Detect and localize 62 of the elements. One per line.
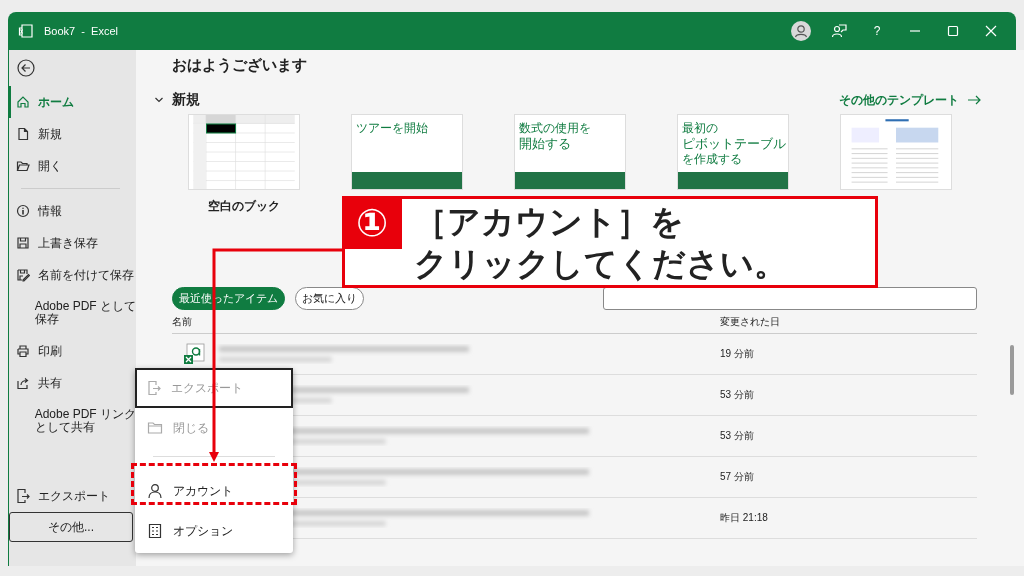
avatar-icon[interactable] [791, 21, 811, 41]
sidebar-item[interactable]: エクスポート [8, 480, 136, 512]
section-title: 新規 [172, 91, 200, 109]
blank-workbook-thumbnail[interactable] [187, 114, 300, 190]
person-icon [147, 483, 163, 499]
search-field[interactable] [603, 287, 977, 310]
export-icon [16, 488, 30, 504]
sidebar-item[interactable]: 名前を付けて保存 [8, 259, 136, 291]
scrollbar-thumb[interactable] [1010, 345, 1014, 395]
budget-template-thumbnail[interactable] [839, 114, 952, 190]
menu-item[interactable]: オプション [135, 511, 293, 551]
modified-time: 19 分前 [720, 347, 754, 361]
window-title: Book7 - Excel [44, 25, 118, 37]
maximize-icon[interactable] [947, 25, 959, 37]
save-as-icon [16, 268, 30, 282]
excel-file-icon [182, 343, 205, 365]
sidebar-item[interactable]: 新規 [8, 118, 136, 150]
more-templates-link[interactable]: その他のテンプレート [839, 91, 981, 109]
modified-time: 57 分前 [720, 470, 754, 484]
sidebar-item[interactable]: 共有 [8, 367, 136, 399]
sidebar-item[interactable]: 上書き保存 [8, 227, 136, 259]
template-thumbnail[interactable]: 数式の使用を 開始する [513, 114, 626, 190]
modified-time: 53 分前 [720, 429, 754, 443]
template-thumbnail[interactable]: ツアーを開始 [350, 114, 463, 190]
template-thumbnail[interactable]: 最初の ピボットテーブル を作成する [676, 114, 789, 190]
arrow-right-icon [967, 95, 981, 105]
menu-item[interactable]: アカウント [135, 471, 293, 511]
sidebar-item[interactable]: Adobe PDF として 保存 [8, 291, 136, 335]
save-icon [16, 236, 30, 250]
chevron-icon[interactable] [154, 95, 164, 105]
modified-time: 昨日 21:18 [720, 511, 768, 525]
column-header: 名前 [172, 315, 193, 329]
export-icon [147, 380, 161, 396]
greeting: おはようございます [172, 56, 308, 75]
template-caption: ピボットテーブル [681, 136, 786, 152]
more-button[interactable]: その他... [9, 512, 133, 542]
printer-icon [16, 344, 30, 358]
options-icon [147, 523, 163, 539]
modified-time: 53 分前 [720, 388, 754, 402]
template-caption: を作成する [681, 152, 743, 167]
home-icon [16, 95, 30, 109]
sidebar-item[interactable]: Adobe PDF リンク として共有 [8, 399, 136, 443]
help-button[interactable]: ? [858, 12, 896, 50]
feedback-icon[interactable] [831, 23, 847, 39]
template-caption: 開始する [518, 136, 572, 152]
template-caption: ツアーを開始 [355, 121, 429, 136]
share-icon [16, 376, 30, 390]
template-caption: 数式の使用を [518, 121, 592, 136]
template-label: 空白のブック [207, 198, 280, 215]
step-number: ① [342, 196, 402, 249]
document-icon [16, 127, 30, 141]
folder-icon [16, 159, 30, 173]
folder-icon [147, 420, 163, 436]
template-caption: 最初の [681, 121, 719, 136]
instruction-text: ［アカウント］を クリックしてください。 [413, 201, 787, 285]
filter-chip[interactable]: お気に入り [295, 287, 364, 310]
sidebar-item[interactable]: 開く [8, 150, 136, 182]
sidebar-item[interactable]: 情報 [8, 195, 136, 227]
close-icon[interactable] [985, 25, 997, 37]
info-icon [16, 204, 30, 218]
column-header: 変更された日 [720, 315, 780, 329]
sidebar-item[interactable]: 印刷 [8, 335, 136, 367]
